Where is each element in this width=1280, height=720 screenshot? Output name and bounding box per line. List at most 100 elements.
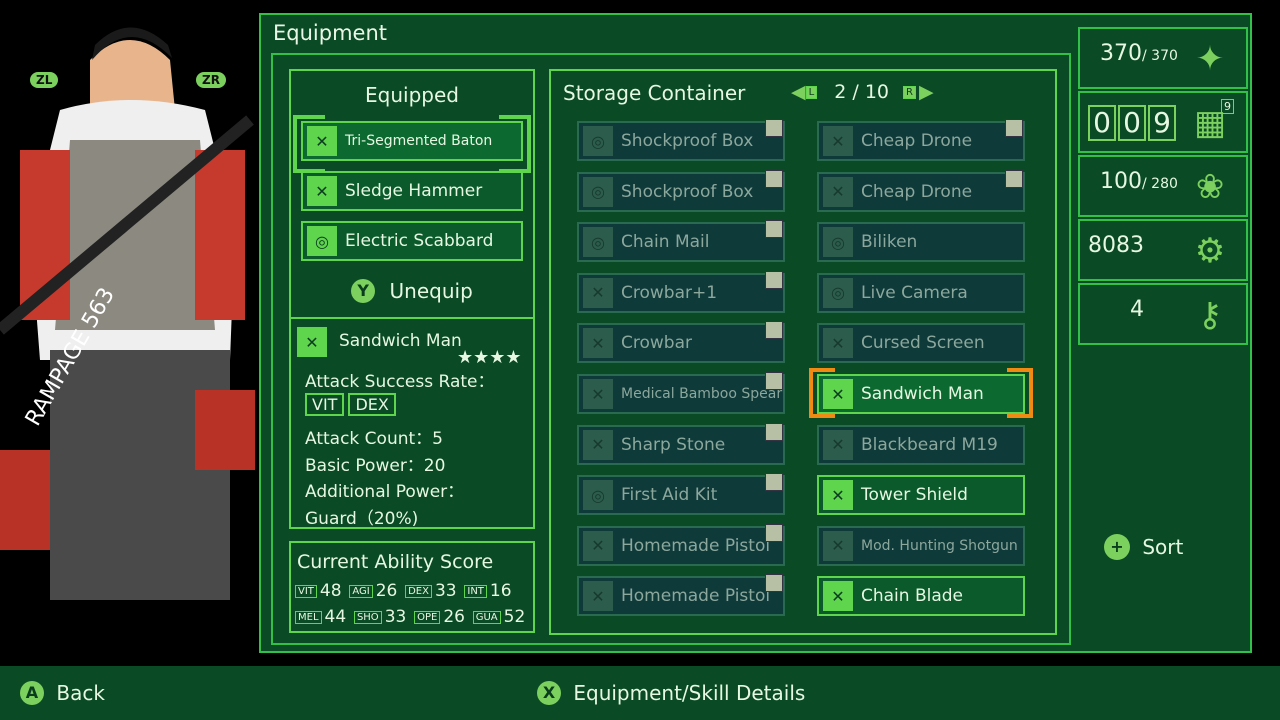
- a-button-icon: A: [20, 680, 44, 705]
- shoulder-left-button[interactable]: ZL: [30, 72, 59, 88]
- ability-value: 26: [375, 581, 398, 601]
- keys-value: 4: [1130, 297, 1144, 322]
- page-prev-button[interactable]: ◀ L: [791, 81, 820, 103]
- back-button[interactable]: A Back: [20, 679, 105, 705]
- weapon-icon: ✕: [823, 126, 853, 156]
- weapon-icon: ✕: [823, 328, 853, 359]
- character-illustration: RAMPAGE 563: [0, 0, 262, 665]
- owner-avatar: [765, 321, 783, 340]
- baton-icon: ✕: [307, 176, 337, 206]
- armor-icon: ◎: [823, 277, 853, 308]
- unequip-button[interactable]: Y Unequip: [291, 277, 533, 303]
- storage-item[interactable]: ◎ First Aid Kit: [577, 473, 785, 516]
- equipped-item-name: Sledge Hammer: [345, 181, 483, 201]
- storage-item[interactable]: ✕ Blackbeard M19: [817, 424, 1025, 465]
- energy-max: / 370: [1142, 48, 1178, 64]
- storage-item[interactable]: ✕ Medical Bamboo Spear: [577, 372, 785, 414]
- days-counter: 009: [1088, 105, 1178, 141]
- storage-item-name: Biliken: [861, 232, 918, 253]
- shoulder-right-button[interactable]: ZR: [196, 72, 226, 88]
- ability-value: 26: [443, 607, 465, 627]
- attack-count: Attack Count：5: [305, 429, 443, 449]
- page-next-button[interactable]: R ▶: [903, 81, 934, 103]
- r-button-icon: R: [903, 86, 916, 99]
- owner-avatar: [765, 270, 783, 289]
- equipped-item-name: Tri-Segmented Baton: [345, 133, 493, 149]
- storage-item[interactable]: ◎ Shockproof Box: [577, 119, 785, 161]
- sort-label: Sort: [1142, 534, 1184, 559]
- storage-item[interactable]: ✕ Crowbar+1: [577, 270, 785, 313]
- storage-item[interactable]: ✕ Sandwich Man: [817, 374, 1025, 414]
- ability-label: OPE: [414, 610, 441, 624]
- armor-icon: ◎: [583, 480, 613, 511]
- weapon-icon: ✕: [583, 328, 613, 359]
- storage-item[interactable]: ✕ Crowbar: [577, 321, 785, 364]
- storage-item[interactable]: ◎ Live Camera: [817, 272, 1025, 313]
- storage-item-name: Cursed Screen: [861, 333, 985, 354]
- storage-item[interactable]: ✕ Homemade Pistol: [577, 523, 785, 566]
- item-details-panel: ✕ Sandwich Man ★★★★ Attack Success Rate：…: [289, 317, 535, 529]
- selection-bracket-left: [293, 115, 325, 173]
- storage-item-name: Chain Mail: [621, 232, 710, 253]
- equipped-slot-2[interactable]: ✕ Sledge Hammer: [301, 171, 523, 211]
- storage-item[interactable]: ✕ Cheap Drone: [817, 119, 1025, 161]
- storage-item[interactable]: ✕ Cheap Drone: [817, 169, 1025, 212]
- owner-avatar: [765, 422, 783, 441]
- food-panel: 100/ 280 ❀: [1078, 155, 1248, 217]
- ability-label: INT: [464, 584, 487, 598]
- equipped-panel: Equipped ✕ Tri-Segmented Baton ✕ Sledge …: [289, 69, 535, 319]
- basic-power: Basic Power：20: [305, 456, 446, 476]
- ability-label: GUA: [472, 610, 501, 624]
- storage-item[interactable]: ◎ Biliken: [817, 222, 1025, 263]
- day-digit: 0: [1088, 105, 1116, 141]
- weapon-icon: ✕: [823, 581, 853, 612]
- storage-item[interactable]: ✕ Cursed Screen: [817, 323, 1025, 364]
- ability-heading: Current Ability Score: [297, 551, 494, 573]
- storage-item-name: Cheap Drone: [861, 181, 973, 202]
- equipped-slot-3[interactable]: ◎ Electric Scabbard: [301, 221, 523, 261]
- details-button[interactable]: X Equipment/Skill Details: [537, 679, 805, 705]
- sort-button[interactable]: + Sort: [1104, 533, 1183, 560]
- armor-icon: ◎: [583, 176, 613, 207]
- energy-value: 370: [1100, 41, 1142, 66]
- storage-item-name: Sandwich Man: [861, 384, 984, 404]
- storage-pager: ◀ L 2 / 10 R ▶: [791, 81, 934, 103]
- details-label: Equipment/Skill Details: [573, 680, 806, 705]
- ability-value: 33: [384, 607, 407, 627]
- weapon-icon: ✕: [583, 379, 613, 409]
- storage-item[interactable]: ✕ Tower Shield: [817, 475, 1025, 516]
- parts-value: 8083: [1088, 233, 1144, 258]
- storage-item[interactable]: ✕ Sharp Stone: [577, 422, 785, 465]
- storage-item[interactable]: ◎ Chain Mail: [577, 220, 785, 263]
- storage-item[interactable]: ◎ Shockproof Box: [577, 169, 785, 212]
- storage-item-name: Mod. Hunting Shotgun: [861, 537, 1018, 554]
- ability-row-2: MEL 44 SHO 33 OPE 26 GUA 52: [295, 607, 528, 627]
- weapon-icon: ✕: [583, 581, 613, 612]
- tag-vit: VIT: [305, 393, 345, 416]
- equipped-heading: Equipped: [365, 83, 459, 107]
- storage-item[interactable]: ✕ Chain Blade: [817, 576, 1025, 617]
- storage-item[interactable]: ✕ Mod. Hunting Shotgun: [817, 525, 1025, 566]
- storage-item-name: Shockproof Box: [621, 181, 754, 202]
- storage-item-name: First Aid Kit: [621, 485, 718, 506]
- day-digit: 9: [1148, 105, 1176, 141]
- unequip-label: Unequip: [389, 278, 473, 303]
- owner-avatar: [765, 220, 783, 239]
- day-digit: 0: [1118, 105, 1146, 141]
- y-button-icon: Y: [351, 278, 376, 303]
- storage-heading: Storage Container: [563, 81, 746, 105]
- attack-rate-label: Attack Success Rate：: [305, 372, 495, 392]
- ability-value: 52: [503, 607, 526, 627]
- storage-item-name: Blackbeard M19: [861, 434, 998, 455]
- storage-item[interactable]: ✕ Homemade Pistol: [577, 574, 785, 617]
- sparkle-icon: ✦: [1195, 39, 1225, 79]
- weapon-icon: ✕: [823, 530, 853, 561]
- character-portrait: RAMPAGE 563 ZL ZR: [0, 0, 262, 665]
- equipped-slot-1[interactable]: ✕ Tri-Segmented Baton: [301, 121, 523, 161]
- owner-avatar: [765, 119, 783, 137]
- food-value: 100: [1100, 169, 1142, 194]
- owner-avatar: [1005, 119, 1023, 137]
- storage-item-name: Shockproof Box: [621, 131, 754, 151]
- keys-panel: 4 ⚷: [1078, 283, 1248, 345]
- armor-icon: ◎: [823, 227, 853, 258]
